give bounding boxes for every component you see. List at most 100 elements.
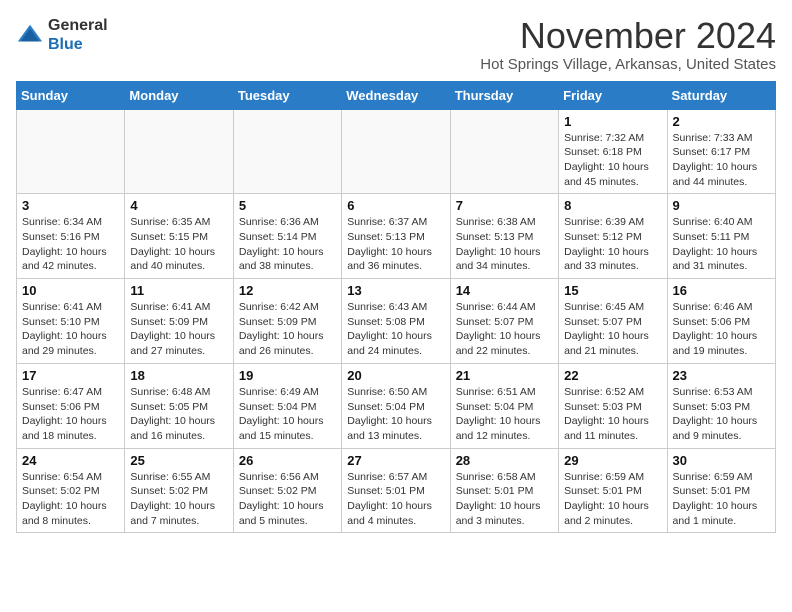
weekday-header: Tuesday — [233, 81, 341, 109]
day-number: 24 — [22, 453, 119, 468]
day-number: 10 — [22, 283, 119, 298]
logo-blue: Blue — [48, 36, 83, 53]
day-info: Sunrise: 7:32 AMSunset: 6:18 PMDaylight:… — [564, 131, 661, 190]
logo: General Blue — [16, 16, 108, 54]
calendar-day-cell: 3 Sunrise: 6:34 AMSunset: 5:16 PMDaylight… — [17, 194, 125, 279]
logo-general: General — [48, 17, 108, 34]
day-info: Sunrise: 6:58 AMSunset: 5:01 PMDaylight:… — [456, 470, 553, 529]
day-info: Sunrise: 6:43 AMSunset: 5:08 PMDaylight:… — [347, 300, 444, 359]
calendar-day-cell: 29 Sunrise: 6:59 AMSunset: 5:01 PMDayligh… — [559, 448, 667, 533]
day-number: 18 — [130, 368, 227, 383]
day-number: 23 — [673, 368, 770, 383]
day-number: 25 — [130, 453, 227, 468]
day-number: 1 — [564, 114, 661, 129]
location: Hot Springs Village, Arkansas, United St… — [480, 56, 776, 73]
weekday-header: Friday — [559, 81, 667, 109]
calendar-day-cell — [450, 109, 558, 194]
weekday-header: Wednesday — [342, 81, 450, 109]
day-info: Sunrise: 6:46 AMSunset: 5:06 PMDaylight:… — [673, 300, 770, 359]
day-info: Sunrise: 6:55 AMSunset: 5:02 PMDaylight:… — [130, 470, 227, 529]
day-number: 6 — [347, 198, 444, 213]
day-number: 26 — [239, 453, 336, 468]
day-info: Sunrise: 6:54 AMSunset: 5:02 PMDaylight:… — [22, 470, 119, 529]
weekday-header: Sunday — [17, 81, 125, 109]
calendar-day-cell — [342, 109, 450, 194]
day-number: 3 — [22, 198, 119, 213]
day-number: 11 — [130, 283, 227, 298]
day-info: Sunrise: 6:53 AMSunset: 5:03 PMDaylight:… — [673, 385, 770, 444]
day-number: 13 — [347, 283, 444, 298]
calendar-day-cell: 11 Sunrise: 6:41 AMSunset: 5:09 PMDayligh… — [125, 279, 233, 364]
logo-icon — [16, 21, 44, 49]
day-number: 7 — [456, 198, 553, 213]
calendar-day-cell: 2Sunrise: 7:33 AMSunset: 6:17 PMDaylight… — [667, 109, 775, 194]
calendar-day-cell: 16 Sunrise: 6:46 AMSunset: 5:06 PMDayligh… — [667, 279, 775, 364]
calendar-week-row: 24 Sunrise: 6:54 AMSunset: 5:02 PMDayligh… — [17, 448, 776, 533]
calendar-day-cell: 9 Sunrise: 6:40 AMSunset: 5:11 PMDaylight… — [667, 194, 775, 279]
day-info: Sunrise: 6:36 AMSunset: 5:14 PMDaylight:… — [239, 215, 336, 274]
day-info: Sunrise: 6:51 AMSunset: 5:04 PMDaylight:… — [456, 385, 553, 444]
calendar-week-row: 1 Sunrise: 7:32 AMSunset: 6:18 PMDaylight… — [17, 109, 776, 194]
day-info: Sunrise: 6:39 AMSunset: 5:12 PMDaylight:… — [564, 215, 661, 274]
title-block: November 2024 Hot Springs Village, Arkan… — [480, 16, 776, 73]
calendar-day-cell: 13 Sunrise: 6:43 AMSunset: 5:08 PMDayligh… — [342, 279, 450, 364]
month-title: November 2024 — [480, 16, 776, 56]
day-info: Sunrise: 6:56 AMSunset: 5:02 PMDaylight:… — [239, 470, 336, 529]
day-info: Sunrise: 6:48 AMSunset: 5:05 PMDaylight:… — [130, 385, 227, 444]
weekday-header: Thursday — [450, 81, 558, 109]
day-info: Sunrise: 6:41 AMSunset: 5:10 PMDaylight:… — [22, 300, 119, 359]
calendar-day-cell: 23 Sunrise: 6:53 AMSunset: 5:03 PMDayligh… — [667, 363, 775, 448]
calendar-week-row: 17 Sunrise: 6:47 AMSunset: 5:06 PMDayligh… — [17, 363, 776, 448]
calendar-day-cell — [17, 109, 125, 194]
calendar-day-cell: 4Sunrise: 6:35 AMSunset: 5:15 PMDaylight… — [125, 194, 233, 279]
calendar-day-cell: 5 Sunrise: 6:36 AMSunset: 5:14 PMDaylight… — [233, 194, 341, 279]
calendar-day-cell: 27Sunrise: 6:57 AMSunset: 5:01 PMDayligh… — [342, 448, 450, 533]
day-info: Sunrise: 6:59 AMSunset: 5:01 PMDaylight:… — [673, 470, 770, 529]
logo-text: General Blue — [48, 16, 108, 54]
calendar-week-row: 10 Sunrise: 6:41 AMSunset: 5:10 PMDayligh… — [17, 279, 776, 364]
calendar-day-cell: 25 Sunrise: 6:55 AMSunset: 5:02 PMDayligh… — [125, 448, 233, 533]
day-number: 2 — [673, 114, 770, 129]
calendar-day-cell: 19Sunrise: 6:49 AMSunset: 5:04 PMDayligh… — [233, 363, 341, 448]
day-number: 16 — [673, 283, 770, 298]
day-number: 9 — [673, 198, 770, 213]
calendar-day-cell: 30 Sunrise: 6:59 AMSunset: 5:01 PMDayligh… — [667, 448, 775, 533]
calendar-day-cell: 7Sunrise: 6:38 AMSunset: 5:13 PMDaylight… — [450, 194, 558, 279]
calendar-day-cell: 6 Sunrise: 6:37 AMSunset: 5:13 PMDaylight… — [342, 194, 450, 279]
day-info: Sunrise: 6:40 AMSunset: 5:11 PMDaylight:… — [673, 215, 770, 274]
page-header: General Blue November 2024 Hot Springs V… — [16, 16, 776, 73]
day-number: 5 — [239, 198, 336, 213]
calendar-day-cell: 22 Sunrise: 6:52 AMSunset: 5:03 PMDayligh… — [559, 363, 667, 448]
calendar: SundayMondayTuesdayWednesdayThursdayFrid… — [16, 81, 776, 534]
day-number: 29 — [564, 453, 661, 468]
day-number: 14 — [456, 283, 553, 298]
day-info: Sunrise: 6:35 AMSunset: 5:15 PMDaylight:… — [130, 215, 227, 274]
weekday-header: Monday — [125, 81, 233, 109]
calendar-day-cell: 24 Sunrise: 6:54 AMSunset: 5:02 PMDayligh… — [17, 448, 125, 533]
day-info: Sunrise: 6:37 AMSunset: 5:13 PMDaylight:… — [347, 215, 444, 274]
calendar-day-cell — [233, 109, 341, 194]
day-info: Sunrise: 6:45 AMSunset: 5:07 PMDaylight:… — [564, 300, 661, 359]
day-number: 30 — [673, 453, 770, 468]
day-number: 12 — [239, 283, 336, 298]
day-number: 17 — [22, 368, 119, 383]
weekday-header: Saturday — [667, 81, 775, 109]
day-info: Sunrise: 6:42 AMSunset: 5:09 PMDaylight:… — [239, 300, 336, 359]
day-number: 19 — [239, 368, 336, 383]
calendar-day-cell: 28Sunrise: 6:58 AMSunset: 5:01 PMDayligh… — [450, 448, 558, 533]
day-info: Sunrise: 6:52 AMSunset: 5:03 PMDaylight:… — [564, 385, 661, 444]
day-info: Sunrise: 6:47 AMSunset: 5:06 PMDaylight:… — [22, 385, 119, 444]
day-info: Sunrise: 6:59 AMSunset: 5:01 PMDaylight:… — [564, 470, 661, 529]
calendar-day-cell: 14Sunrise: 6:44 AMSunset: 5:07 PMDayligh… — [450, 279, 558, 364]
day-number: 22 — [564, 368, 661, 383]
day-info: Sunrise: 6:41 AMSunset: 5:09 PMDaylight:… — [130, 300, 227, 359]
calendar-day-cell: 1 Sunrise: 7:32 AMSunset: 6:18 PMDaylight… — [559, 109, 667, 194]
calendar-day-cell — [125, 109, 233, 194]
day-number: 15 — [564, 283, 661, 298]
day-info: Sunrise: 6:34 AMSunset: 5:16 PMDaylight:… — [22, 215, 119, 274]
calendar-header-row: SundayMondayTuesdayWednesdayThursdayFrid… — [17, 81, 776, 109]
calendar-day-cell: 8Sunrise: 6:39 AMSunset: 5:12 PMDaylight… — [559, 194, 667, 279]
day-number: 27 — [347, 453, 444, 468]
calendar-day-cell: 18 Sunrise: 6:48 AMSunset: 5:05 PMDayligh… — [125, 363, 233, 448]
calendar-day-cell: 26 Sunrise: 6:56 AMSunset: 5:02 PMDayligh… — [233, 448, 341, 533]
